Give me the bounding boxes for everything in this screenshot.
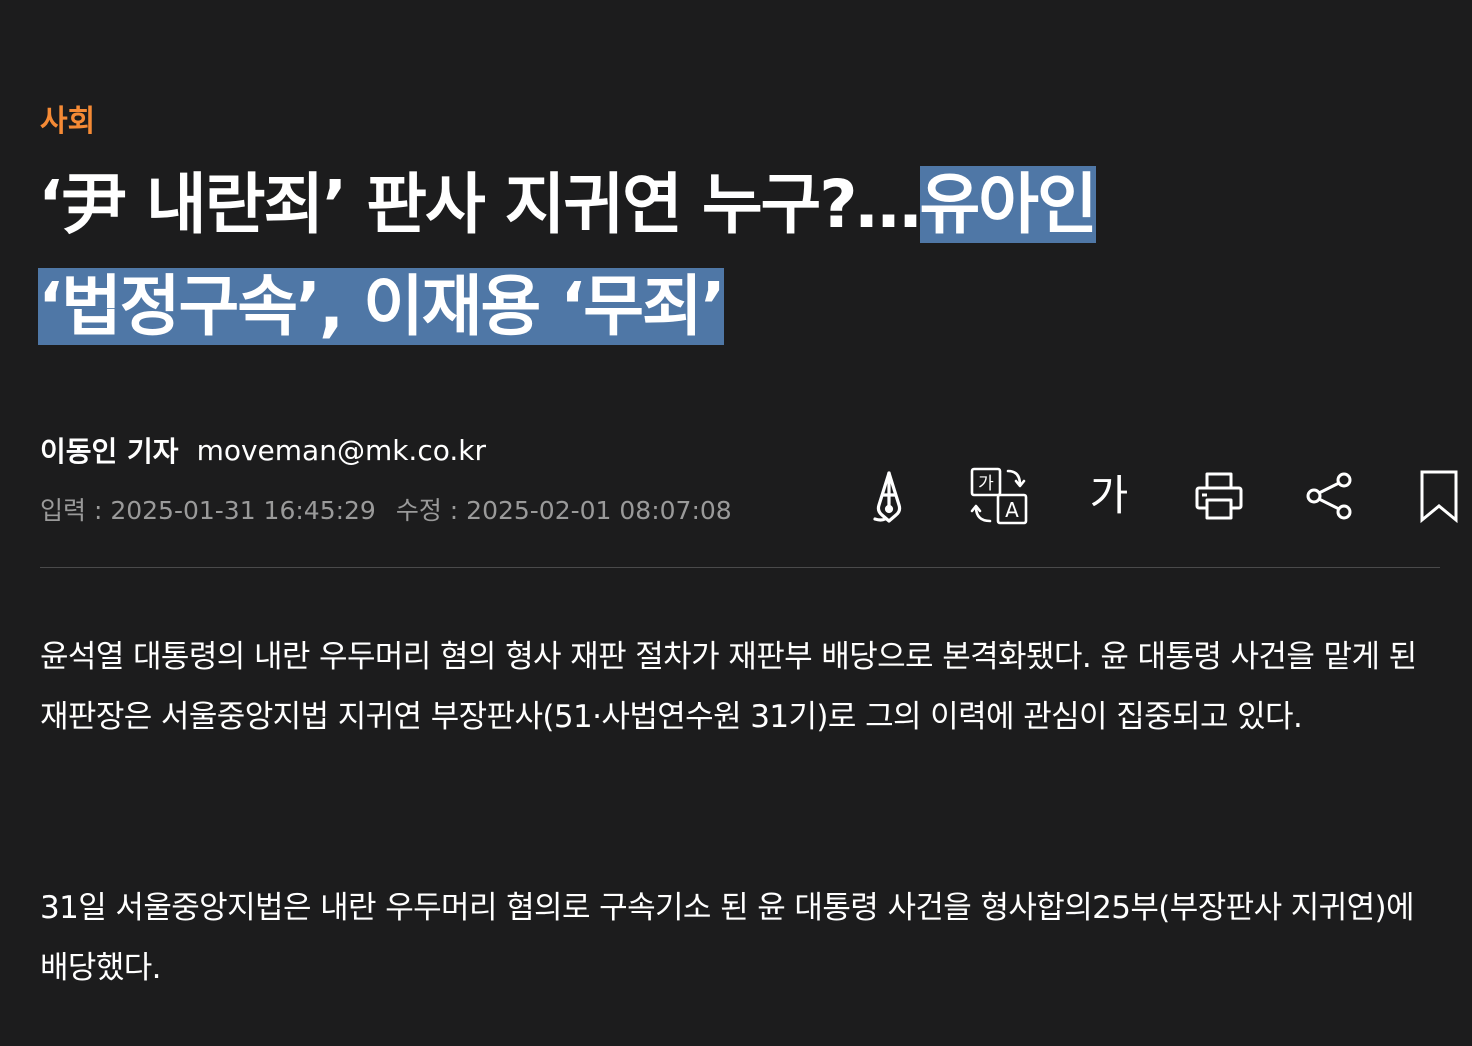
bookmark-button[interactable]: [1406, 463, 1472, 529]
print-icon: [1195, 472, 1243, 520]
article-paragraph: 31일 서울중앙지법은 내란 우두머리 혐의로 구속기소 된 윤 대통령 사건을…: [40, 890, 1415, 986]
reporter-email[interactable]: moveman@mk.co.kr: [197, 434, 486, 467]
article-dates: 입력 : 2025-01-31 16:45:29 수정 : 2025-02-01 …: [40, 494, 732, 528]
modified-date: 수정 : 2025-02-01 08:07:08: [395, 496, 732, 525]
divider: [40, 567, 1440, 568]
headline-plain: ‘尹 내란죄’ 판사 지귀연 누구?…: [38, 166, 922, 243]
print-button[interactable]: [1186, 463, 1252, 529]
svg-text:가: 가: [978, 474, 994, 494]
pen-nib-button[interactable]: [856, 463, 922, 529]
reporter-name[interactable]: 이동인 기자: [40, 430, 179, 470]
bookmark-icon: [1420, 470, 1458, 524]
article-toolbar: 가 A 가: [826, 463, 1466, 529]
byline: 이동인 기자 moveman@mk.co.kr: [40, 430, 486, 470]
category-label[interactable]: 사회: [40, 102, 95, 142]
headline: ‘尹 내란죄’ 판사 지귀연 누구?…유아인 ‘법정구속’, 이재용 ‘무죄’: [38, 154, 1458, 358]
headline-selected-line1: 유아인: [919, 166, 1098, 243]
input-date: 입력 : 2025-01-31 16:45:29: [40, 496, 376, 525]
share-icon: [1306, 472, 1352, 520]
article-paragraph: 윤석열 대통령의 내란 우두머리 혐의 형사 재판 절차가 재판부 배당으로 본…: [40, 639, 1417, 735]
svg-text:A: A: [1005, 498, 1019, 522]
pen-nib-icon: [873, 471, 902, 523]
font-size-icon: 가: [1089, 471, 1129, 520]
font-size-button[interactable]: 가: [1076, 463, 1142, 529]
translate-button[interactable]: 가 A: [966, 463, 1032, 529]
share-button[interactable]: [1296, 463, 1362, 529]
translate-icon: 가 A: [970, 467, 1028, 525]
headline-selected-line2: ‘법정구속’, 이재용 ‘무죄’: [38, 268, 726, 345]
